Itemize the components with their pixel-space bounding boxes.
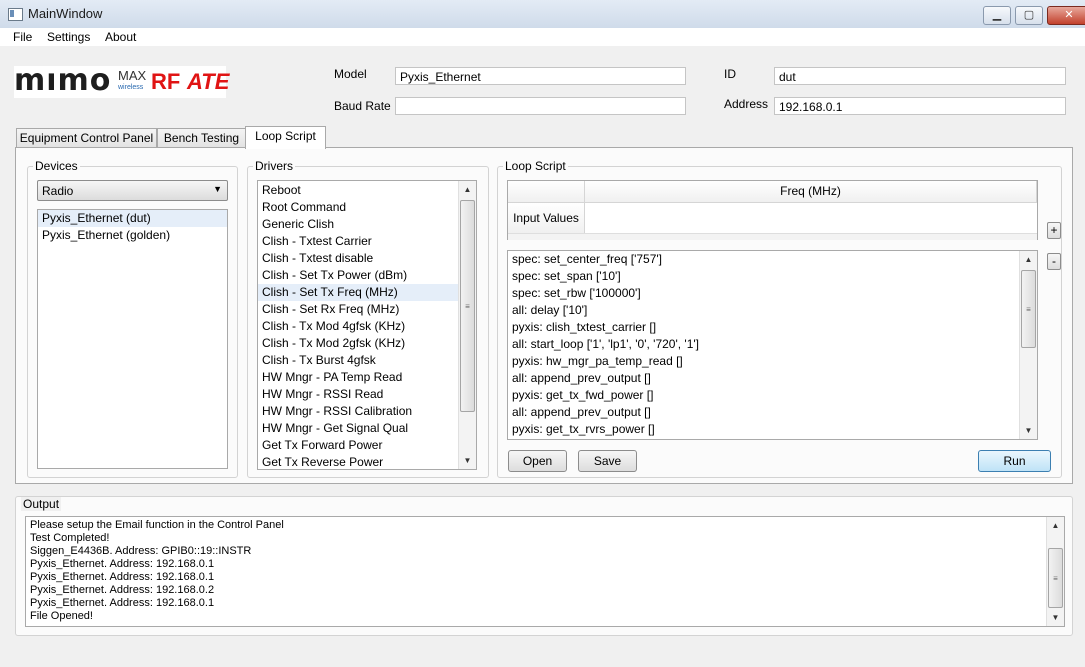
title-bar[interactable] [0, 0, 1085, 29]
script-line[interactable]: pyxis: get_tx_fwd_power [] [508, 387, 1037, 404]
list-item[interactable]: Pyxis_Ethernet (golden) [38, 227, 227, 244]
drivers-scrollbar[interactable]: ▲ ≡ ▼ [458, 181, 476, 469]
open-button[interactable]: Open [508, 450, 567, 472]
list-item[interactable]: HW Mngr - PA Temp Read [258, 369, 476, 386]
list-item[interactable]: Pyxis_Ethernet (dut) [38, 210, 227, 227]
list-item[interactable]: Clish - Tx Mod 4gfsk (KHz) [258, 318, 476, 335]
scroll-thumb[interactable]: ≡ [1048, 548, 1063, 608]
drivers-list[interactable]: Reboot Root Command Generic Clish Clish … [257, 180, 477, 470]
menu-bar [0, 28, 1085, 46]
baud-rate-label: Baud Rate [334, 99, 391, 113]
close-button[interactable]: ✕ [1047, 6, 1085, 25]
maximize-button[interactable]: ▢ [1015, 6, 1043, 25]
address-field[interactable]: 192.168.0.1 [774, 97, 1066, 115]
baud-rate-field[interactable] [395, 97, 686, 115]
list-item[interactable]: Get Tx Reverse Power [258, 454, 476, 469]
scroll-up-icon[interactable]: ▲ [459, 181, 476, 198]
logo: mımo MAX wireless RF ATE [14, 63, 230, 98]
app-icon [8, 8, 23, 21]
log-line: Pyxis_Ethernet. Address: 192.168.0.1 [30, 571, 215, 583]
script-list[interactable]: spec: set_center_freq ['757'] spec: set_… [507, 250, 1038, 440]
output-scrollbar[interactable]: ▲ ≡ ▼ [1046, 517, 1064, 626]
log-line: Please setup the Email function in the C… [30, 519, 284, 531]
menu-file[interactable]: File [13, 30, 32, 44]
chevron-down-icon: ▼ [213, 184, 222, 194]
tab-equipment-control-panel[interactable]: Equipment Control Panel [16, 128, 157, 148]
scroll-up-icon[interactable]: ▲ [1047, 517, 1064, 534]
status-bar [0, 640, 1085, 667]
table-header-freq[interactable]: Freq (MHz) [585, 181, 1037, 203]
id-field[interactable]: dut [774, 67, 1066, 85]
id-label: ID [724, 67, 736, 81]
window-title: MainWindow [28, 6, 103, 21]
input-values-table[interactable]: Freq (MHz) Input Values [507, 180, 1038, 240]
scroll-down-icon[interactable]: ▼ [459, 452, 476, 469]
script-line[interactable]: spec: set_center_freq ['757'] [508, 251, 1037, 268]
model-label: Model [334, 67, 367, 81]
list-item[interactable]: HW Mngr - RSSI Read [258, 386, 476, 403]
script-line[interactable]: all: append_prev_output [] [508, 404, 1037, 421]
script-line[interactable]: all: delay ['10'] [508, 302, 1037, 319]
table-corner [508, 181, 585, 203]
log-line: Pyxis_Ethernet. Address: 192.168.0.1 [30, 597, 215, 609]
save-button[interactable]: Save [578, 450, 637, 472]
run-button[interactable]: Run [978, 450, 1051, 472]
menu-about[interactable]: About [105, 30, 136, 44]
tab-loop-script[interactable]: Loop Script [245, 126, 326, 149]
address-label: Address [724, 97, 769, 111]
output-title: Output [21, 497, 62, 511]
table-row-header[interactable]: Input Values [508, 203, 585, 233]
loop-script-title: Loop Script [503, 159, 568, 173]
add-row-button[interactable]: + [1047, 222, 1061, 239]
list-item[interactable]: Clish - Txtest disable [258, 250, 476, 267]
list-item[interactable]: Reboot [258, 182, 476, 199]
log-line: File Opened! [30, 610, 93, 622]
device-type-combobox[interactable]: Radio ▼ [37, 180, 228, 201]
logo-wireless-text: wireless [118, 84, 144, 91]
devices-list[interactable]: Pyxis_Ethernet (dut) Pyxis_Ethernet (gol… [37, 209, 228, 469]
scroll-down-icon[interactable]: ▼ [1047, 609, 1064, 626]
scroll-down-icon[interactable]: ▼ [1020, 422, 1037, 439]
list-item[interactable]: Clish - Tx Mod 2gfsk (KHz) [258, 335, 476, 352]
script-line[interactable]: pyxis: clish_txtest_carrier [] [508, 319, 1037, 336]
list-item[interactable]: Clish - Set Tx Power (dBm) [258, 267, 476, 284]
script-line[interactable]: all: start_loop ['1', 'lp1', '0', '720',… [508, 336, 1037, 353]
logo-max-text: MAX [118, 68, 147, 83]
list-item[interactable]: Generic Clish [258, 216, 476, 233]
list-item[interactable]: Get Tx Forward Power [258, 437, 476, 454]
script-line[interactable]: pyxis: get_tx_rvrs_power [] [508, 421, 1037, 438]
output-log[interactable]: Please setup the Email function in the C… [25, 516, 1065, 627]
scroll-up-icon[interactable]: ▲ [1020, 251, 1037, 268]
scroll-thumb[interactable]: ≡ [460, 200, 475, 412]
script-scrollbar[interactable]: ▲ ≡ ▼ [1019, 251, 1037, 439]
script-line[interactable]: spec: set_rbw ['100000'] [508, 285, 1037, 302]
log-line: Test Completed! [30, 532, 110, 544]
log-line: Pyxis_Ethernet. Address: 192.168.0.1 [30, 558, 215, 570]
logo-mimo-text: mımo [14, 63, 112, 98]
list-item[interactable]: Clish - Set Tx Freq (MHz) [258, 284, 476, 301]
list-item[interactable]: Root Command [258, 199, 476, 216]
log-line: Pyxis_Ethernet. Address: 192.168.0.2 [30, 584, 215, 596]
devices-title: Devices [33, 159, 80, 173]
model-field[interactable]: Pyxis_Ethernet [395, 67, 686, 85]
minimize-button[interactable]: ▁ [983, 6, 1011, 25]
script-line[interactable]: all: append_prev_output [] [508, 370, 1037, 387]
drivers-title: Drivers [253, 159, 295, 173]
menu-settings[interactable]: Settings [47, 30, 90, 44]
list-item[interactable]: Clish - Set Rx Freq (MHz) [258, 301, 476, 318]
log-line: Siggen_E4436B. Address: GPIB0::19::INSTR [30, 545, 252, 557]
device-type-value: Radio [42, 184, 74, 198]
list-item[interactable]: HW Mngr - Get Signal Qual [258, 420, 476, 437]
table-hscrollbar[interactable] [508, 233, 1037, 240]
tab-bench-testing[interactable]: Bench Testing [157, 128, 246, 148]
logo-ate-text: ATE [187, 69, 230, 94]
logo-rf-text: RF [151, 69, 181, 94]
list-item[interactable]: Clish - Txtest Carrier [258, 233, 476, 250]
scroll-thumb[interactable]: ≡ [1021, 270, 1036, 348]
remove-row-button[interactable]: - [1047, 253, 1061, 270]
list-item[interactable]: Clish - Tx Burst 4gfsk [258, 352, 476, 369]
script-line[interactable]: pyxis: hw_mgr_pa_temp_read [] [508, 353, 1037, 370]
script-line[interactable]: spec: set_span ['10'] [508, 268, 1037, 285]
list-item[interactable]: HW Mngr - RSSI Calibration [258, 403, 476, 420]
